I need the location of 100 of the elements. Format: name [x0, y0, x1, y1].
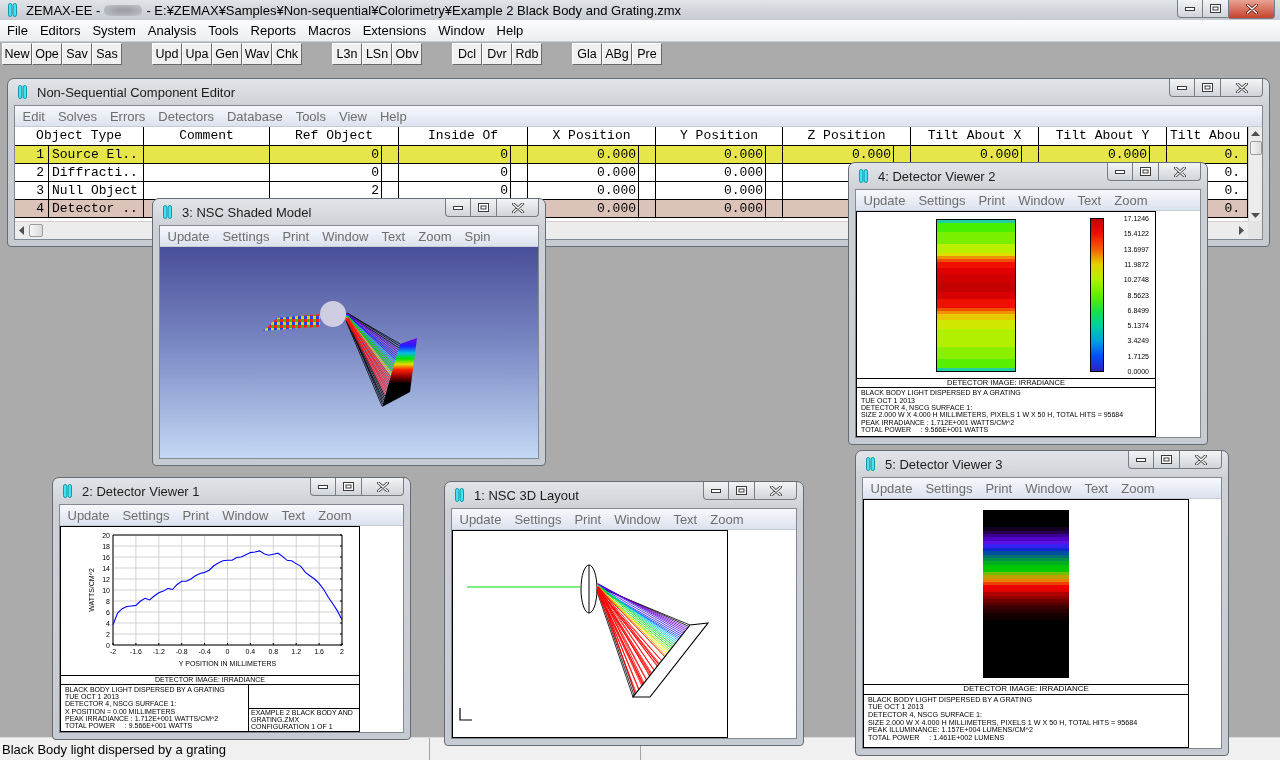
toolbar-button[interactable]: Obv	[392, 43, 422, 65]
menu-item[interactable]: Update	[61, 507, 116, 523]
menu-item[interactable]: Errors	[103, 108, 152, 124]
left-arrow-icon[interactable]	[19, 226, 24, 235]
menu-item[interactable]: Help	[490, 22, 530, 39]
menu-item[interactable]: Macros	[302, 22, 357, 39]
toolbar-button[interactable]: Wav	[242, 43, 272, 65]
minimize-button[interactable]	[1177, 0, 1203, 18]
maximize-button[interactable]	[471, 199, 497, 217]
menu-item[interactable]: Text	[1070, 192, 1108, 208]
maximize-button[interactable]	[1203, 0, 1229, 18]
right-arrow-icon[interactable]	[1239, 226, 1244, 235]
menu-item[interactable]: Print	[175, 507, 216, 523]
toolbar-button[interactable]: Chk	[272, 43, 302, 65]
menu-item[interactable]: Window	[1011, 192, 1071, 208]
minimize-button[interactable]	[1128, 451, 1154, 469]
menu-item[interactable]: Update	[453, 511, 508, 527]
maximize-button[interactable]	[1195, 79, 1221, 97]
toolbar-button[interactable]: LSn	[362, 43, 392, 65]
menu-item[interactable]: Window	[432, 22, 491, 39]
menu-item[interactable]: Window	[315, 228, 375, 244]
down-arrow-icon[interactable]	[1251, 213, 1260, 218]
menu-item[interactable]: Edit	[16, 108, 52, 124]
menu-item[interactable]: Update	[857, 192, 912, 208]
toolbar-button[interactable]: Rdb	[512, 43, 542, 65]
minimize-button[interactable]	[1107, 163, 1133, 181]
menu-item[interactable]: Database	[220, 108, 290, 124]
menu-item[interactable]: Settings	[918, 480, 979, 496]
toolbar-button[interactable]: Dcl	[452, 43, 482, 65]
menu-item[interactable]: Window	[215, 507, 275, 523]
close-button[interactable]	[1221, 79, 1263, 97]
menu-item[interactable]: Text	[374, 228, 412, 244]
menu-item[interactable]: Analysis	[141, 22, 203, 39]
minimize-button[interactable]	[310, 478, 336, 496]
horizontal-scrollbar[interactable]	[15, 221, 152, 239]
menu-item[interactable]: Solves	[51, 108, 104, 124]
minimize-button[interactable]	[1169, 79, 1195, 97]
close-button[interactable]	[755, 482, 797, 500]
toolbar-button[interactable]: Upd	[152, 43, 182, 65]
toolbar-button[interactable]: Sas	[92, 43, 122, 65]
menu-item[interactable]: Detectors	[151, 108, 221, 124]
menu-item[interactable]: File	[1, 22, 34, 39]
menu-item[interactable]: System	[86, 22, 142, 39]
menu-item[interactable]: Print	[978, 480, 1019, 496]
toolbar-button[interactable]: ABg	[602, 43, 632, 65]
scrollbar-track[interactable]	[545, 221, 848, 239]
toolbar-button[interactable]: Dvr	[482, 43, 512, 65]
maximize-button[interactable]	[1154, 451, 1180, 469]
toolbar-button[interactable]: New	[2, 43, 32, 65]
scrollbar-thumb[interactable]	[1249, 141, 1262, 155]
up-arrow-icon[interactable]	[1251, 131, 1260, 136]
menu-item[interactable]: Text	[666, 511, 704, 527]
toolbar-button[interactable]: L3n	[332, 43, 362, 65]
menu-item[interactable]: Zoom	[411, 228, 458, 244]
menu-item[interactable]: Text	[274, 507, 312, 523]
menu-item[interactable]: Zoom	[703, 511, 750, 527]
menu-item[interactable]: Settings	[115, 507, 176, 523]
toolbar-button[interactable]: Sav	[62, 43, 92, 65]
menu-item[interactable]: Text	[1077, 480, 1115, 496]
menu-item[interactable]: Update	[161, 228, 216, 244]
menu-item[interactable]: Zoom	[311, 507, 358, 523]
menu-item[interactable]: Editors	[33, 22, 87, 39]
toolbar-button[interactable]: Gen	[212, 43, 242, 65]
menu-item[interactable]: Spin	[457, 228, 497, 244]
close-button[interactable]	[1180, 451, 1222, 469]
maximize-button[interactable]	[336, 478, 362, 496]
menu-item[interactable]: Zoom	[1114, 480, 1161, 496]
menu-item[interactable]: Help	[373, 108, 414, 124]
minimize-button[interactable]	[445, 199, 471, 217]
toolbar-button[interactable]: Ope	[32, 43, 62, 65]
menu-item[interactable]: Extensions	[356, 22, 433, 39]
menu-item[interactable]: Update	[864, 480, 919, 496]
toolbar-button[interactable]: Gla	[572, 43, 602, 65]
table-cell: 0	[371, 148, 379, 161]
maximize-button[interactable]	[1133, 163, 1159, 181]
toolbar-button[interactable]: Upa	[182, 43, 212, 65]
close-button[interactable]	[497, 199, 539, 217]
menu-item[interactable]: Tools	[289, 108, 333, 124]
toolbar-button[interactable]: Pre	[632, 43, 662, 65]
menu-item[interactable]: Zoom	[1107, 192, 1154, 208]
menu-item[interactable]: Window	[1018, 480, 1078, 496]
menu-item[interactable]: Print	[971, 192, 1012, 208]
minimize-button[interactable]	[703, 482, 729, 500]
close-button[interactable]	[1229, 0, 1275, 19]
table-cell: 0	[500, 148, 508, 161]
menu-item[interactable]: Print	[567, 511, 608, 527]
menu-item[interactable]: Window	[607, 511, 667, 527]
scrollbar-thumb[interactable]	[29, 224, 43, 237]
menu-item[interactable]: Reports	[244, 22, 303, 39]
menu-item[interactable]: Settings	[507, 511, 568, 527]
vertical-scrollbar[interactable]	[1248, 127, 1262, 221]
menu-item[interactable]: Settings	[215, 228, 276, 244]
maximize-button[interactable]	[729, 482, 755, 500]
minimize-icon	[1185, 6, 1195, 11]
menu-item[interactable]: Settings	[911, 192, 972, 208]
close-button[interactable]	[362, 478, 404, 496]
close-button[interactable]	[1159, 163, 1201, 181]
menu-item[interactable]: Print	[275, 228, 316, 244]
menu-item[interactable]: View	[332, 108, 374, 124]
menu-item[interactable]: Tools	[202, 22, 245, 39]
